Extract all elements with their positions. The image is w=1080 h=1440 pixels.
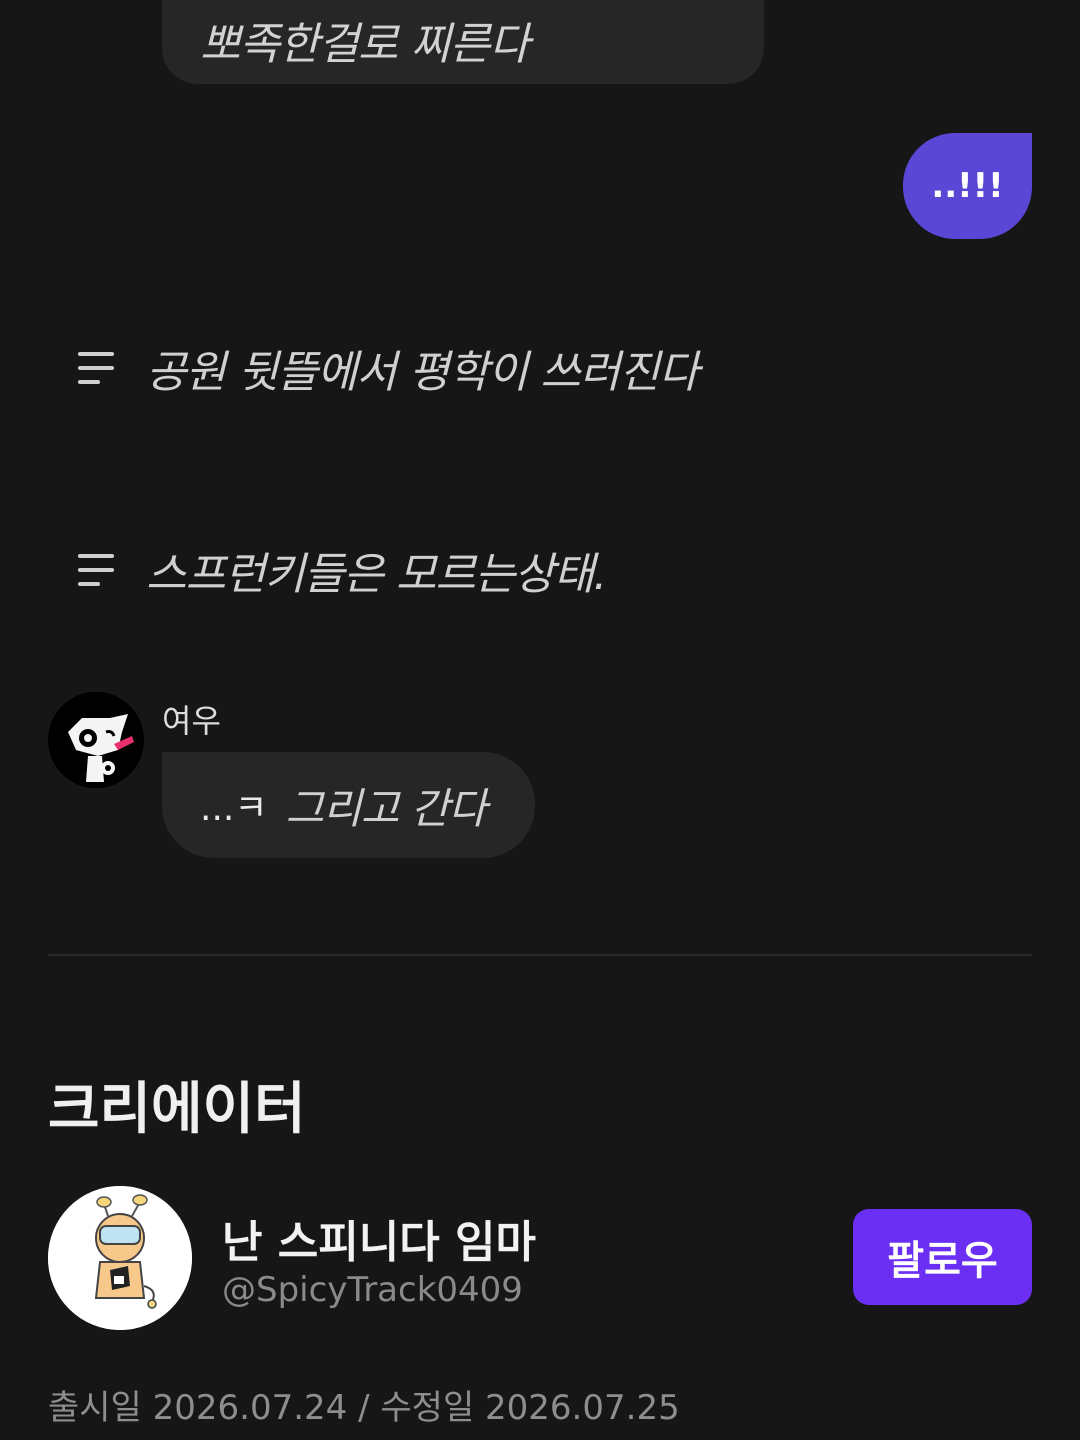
message-action-text: 그리고 간다: [285, 783, 487, 833]
character-message-bubble: 뽀족한걸로 찌른다: [162, 0, 764, 84]
fox-character-icon: [48, 692, 144, 788]
creator-name[interactable]: 난 스피니다 임마: [222, 1206, 536, 1270]
release-dates: 출시일 2026.07.24 / 수정일 2026.07.25: [48, 1388, 680, 1428]
section-title: 크리에이터: [48, 1077, 306, 1142]
section-divider: [48, 954, 1032, 956]
user-message-bubble: ..!!!: [903, 133, 1032, 239]
creator-character-icon: [48, 1186, 192, 1330]
text-lines-icon: [78, 352, 116, 384]
text-lines-icon: [78, 554, 116, 586]
fox-avatar[interactable]: [48, 692, 144, 788]
creator-avatar[interactable]: [48, 1186, 192, 1330]
message-text: ...ㅋ: [200, 788, 268, 829]
narration-text: 공원 뒷뜰에서 평학이 쓰러진다: [146, 347, 699, 398]
character-message-bubble: ...ㅋ 그리고 간다: [162, 752, 535, 858]
chat-page: 뽀족한걸로 찌른다 ..!!! 공원 뒷뜰에서 평학이 쓰러진다 스프런키들은 …: [0, 0, 1080, 1440]
narration-line: 공원 뒷뜰에서 평학이 쓰러진다: [78, 336, 699, 400]
creator-handle: @SpicyTrack0409: [222, 1270, 523, 1310]
narration-text: 스프런키들은 모르는상태.: [146, 549, 607, 600]
narration-line: 스프런키들은 모르는상태.: [78, 538, 607, 602]
message-text: 뽀족한걸로 찌른다: [200, 19, 530, 70]
sender-name: 여우: [162, 702, 221, 740]
follow-button[interactable]: 팔로우: [853, 1209, 1032, 1305]
message-text: ..!!!: [931, 166, 1004, 206]
